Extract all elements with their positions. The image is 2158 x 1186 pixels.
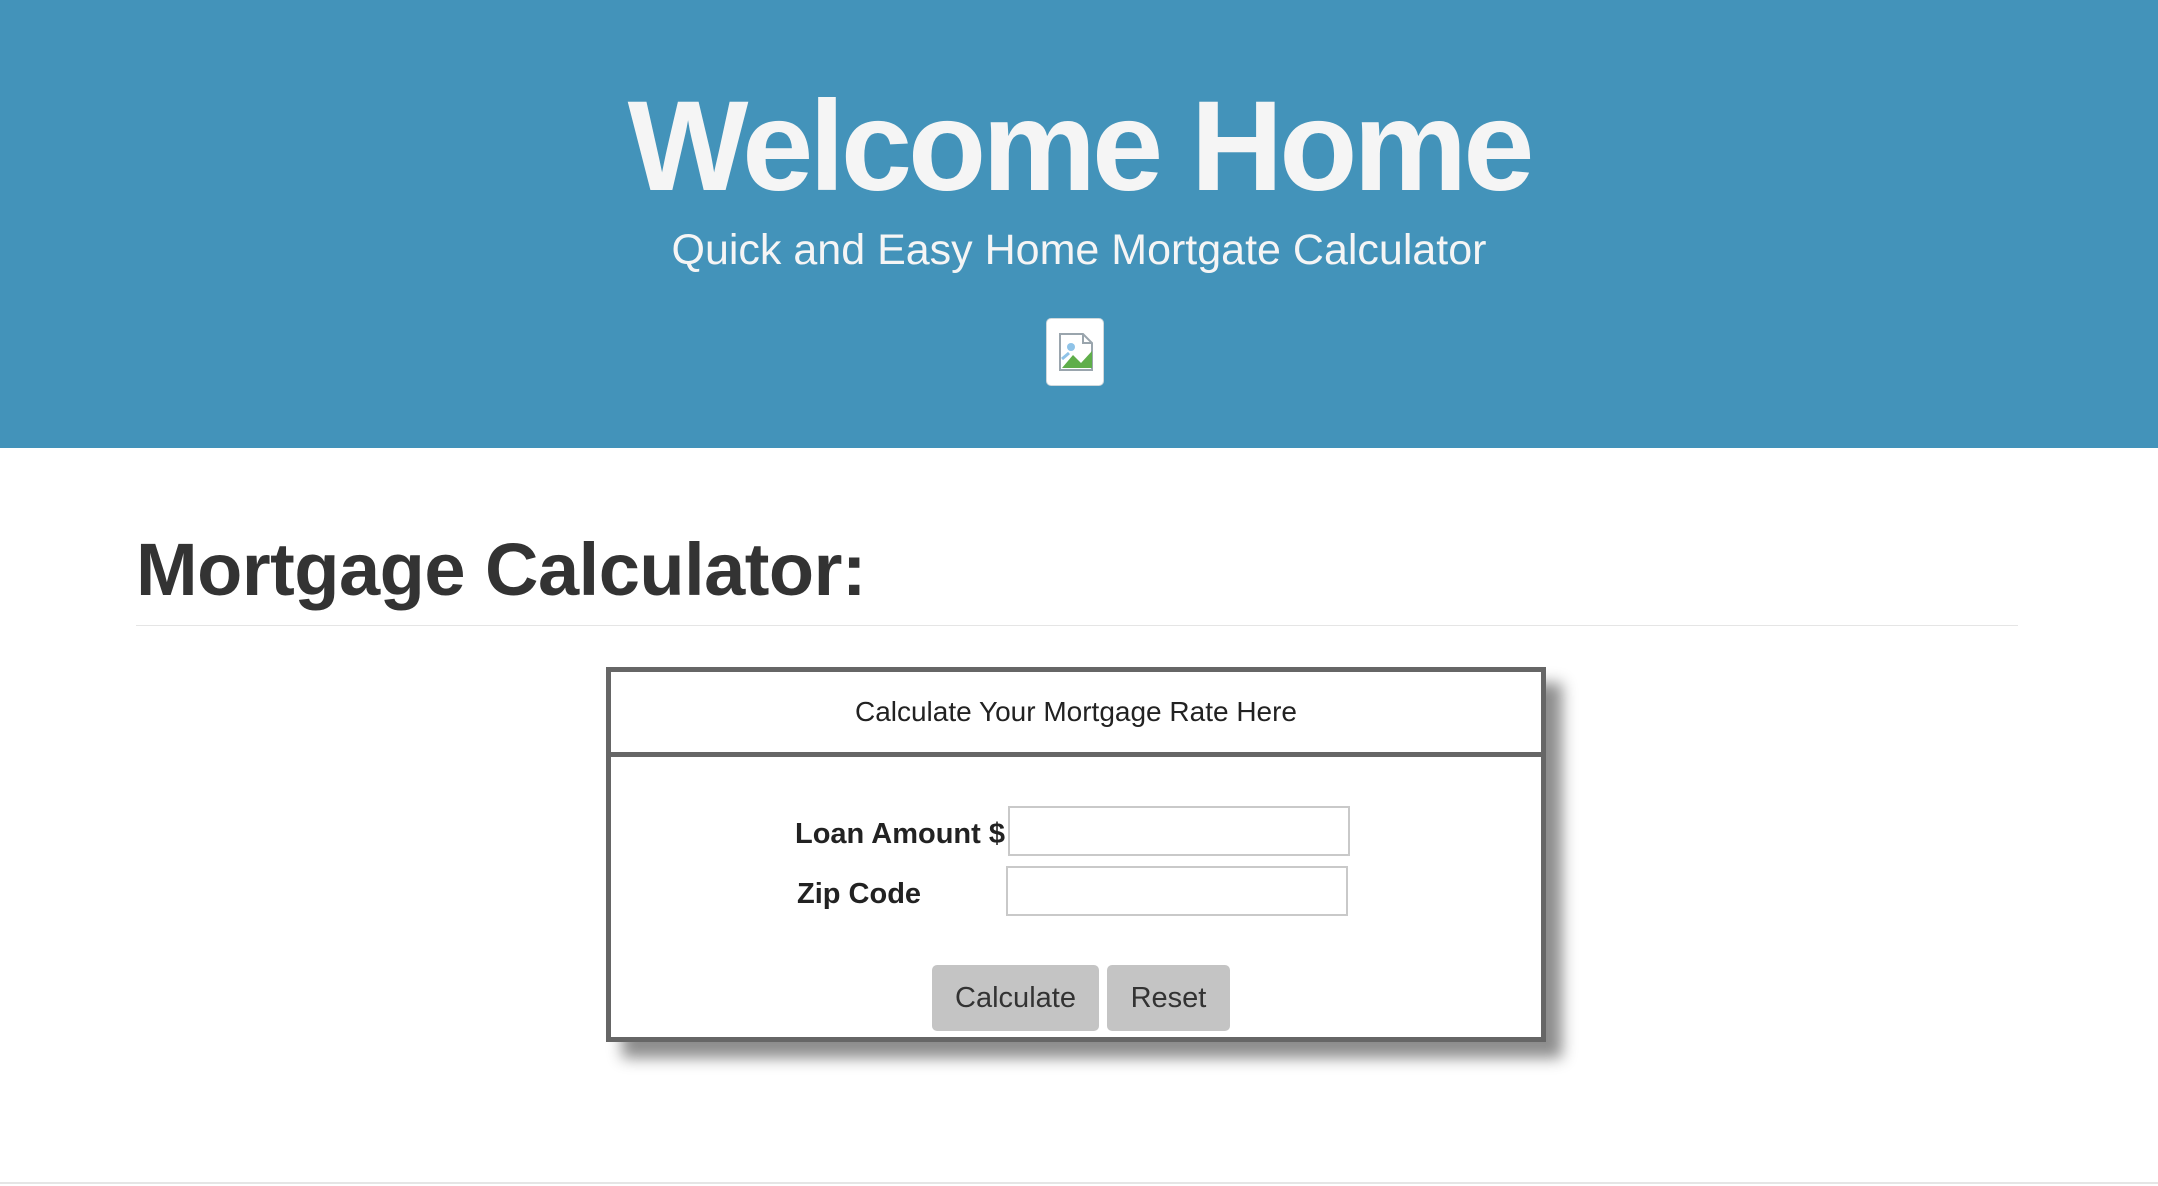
section-title: Mortgage Calculator: xyxy=(136,528,867,611)
hero-title: Welcome Home xyxy=(627,75,1535,218)
footer-divider xyxy=(0,1182,2158,1184)
zip-code-label: Zip Code xyxy=(797,878,922,910)
section-divider xyxy=(136,625,2018,626)
reset-button[interactable]: Reset xyxy=(1107,965,1230,1031)
calculator-header: Calculate Your Mortgage Rate Here xyxy=(611,672,1541,757)
image-placeholder-icon xyxy=(1059,333,1093,371)
calculate-button[interactable]: Calculate xyxy=(932,965,1099,1031)
calculator-panel: Calculate Your Mortgage Rate Here Loan A… xyxy=(606,667,1546,1042)
hero-banner: Welcome Home Quick and Easy Home Mortgat… xyxy=(0,0,2158,448)
zip-code-input[interactable] xyxy=(1006,866,1348,916)
hero-subtitle: Quick and Easy Home Mortgate Calculator xyxy=(671,226,1487,274)
loan-amount-input[interactable] xyxy=(1008,806,1350,856)
loan-amount-label: Loan Amount $ xyxy=(795,818,1005,850)
broken-image-icon xyxy=(1046,318,1104,386)
